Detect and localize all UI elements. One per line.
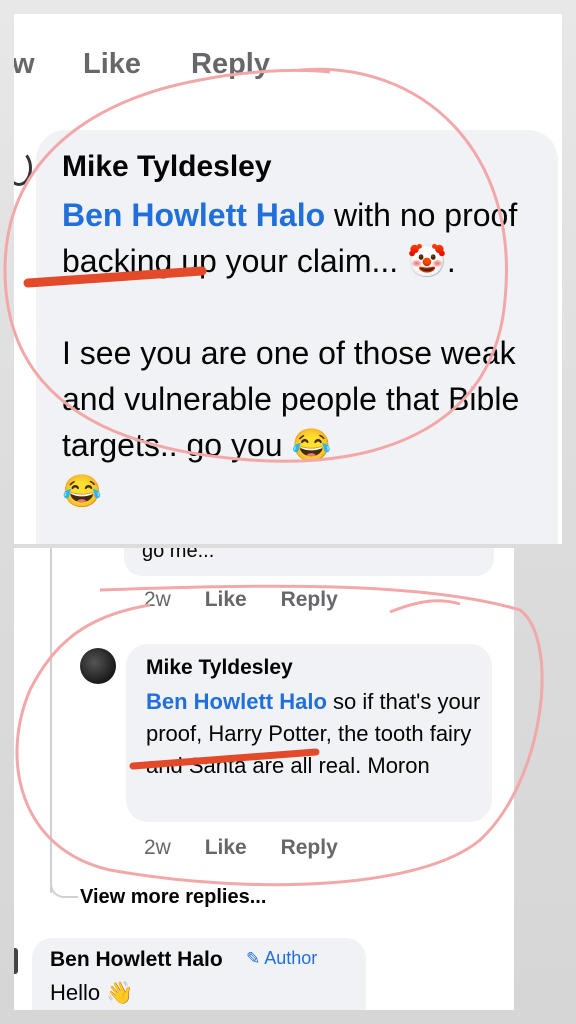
waving-hand-emoji: 👋 — [106, 980, 134, 1005]
reply-button[interactable]: Reply — [281, 836, 338, 859]
reply-text: Ben Howlett Halo so if that's your proof… — [146, 686, 486, 782]
timestamp[interactable]: 2w — [144, 588, 171, 611]
pencil-icon: ✎ — [246, 949, 261, 968]
comment-text: Ben Howlett Halo with no proof backing u… — [62, 192, 542, 514]
thread-line — [50, 548, 52, 893]
author-badge: ✎ Author — [246, 948, 317, 969]
cutoff-action-label: w — [14, 48, 35, 80]
mention-link[interactable]: Ben Howlett Halo — [62, 197, 325, 233]
reply-author[interactable]: Mike Tyldesley — [146, 656, 293, 680]
laughing-emoji: 😂 — [62, 473, 102, 509]
avatar-edge — [14, 948, 18, 974]
avatar[interactable] — [80, 648, 116, 684]
timestamp[interactable]: 2w — [144, 836, 171, 859]
like-button[interactable]: Like — [205, 588, 247, 611]
previous-comment-bubble: go me... — [124, 548, 494, 576]
top-screenshot-panel: w Like Reply Mike Tyldesley Ben Howlett … — [14, 14, 562, 544]
author-badge-label: Author — [264, 948, 318, 968]
clown-emoji: 🤡 — [407, 243, 447, 279]
author-comment-bubble: Ben Howlett Halo ✎ Author Hello 👋 — [32, 938, 366, 1010]
comment-text-period: . — [446, 243, 456, 279]
view-more-replies-link[interactable]: View more replies... — [80, 886, 266, 909]
mention-link[interactable]: Ben Howlett Halo — [146, 689, 327, 714]
previous-comment-meta: 2w Like Reply — [144, 588, 366, 612]
reply-meta: 2w Like Reply — [144, 836, 366, 860]
laughing-emoji: 😂 — [291, 427, 332, 463]
reply-bubble: Mike Tyldesley Ben Howlett Halo so if th… — [126, 644, 492, 822]
like-button[interactable]: Like — [205, 836, 247, 859]
previous-comment-fragment: go me... — [142, 548, 215, 562]
avatar-edge — [14, 150, 32, 186]
reply-button[interactable]: Reply — [191, 48, 270, 81]
reply-button[interactable]: Reply — [281, 588, 338, 611]
comment-bubble: Mike Tyldesley Ben Howlett Halo with no … — [36, 130, 558, 544]
comment-text-part: Hello — [50, 980, 107, 1005]
comment-author[interactable]: Ben Howlett Halo — [50, 948, 223, 972]
comment-author[interactable]: Mike Tyldesley — [62, 150, 272, 184]
bottom-screenshot-panel: go me... 2w Like Reply Mike Tyldesley Be… — [14, 548, 514, 1010]
comment-text: Hello 👋 — [50, 980, 134, 1006]
like-button[interactable]: Like — [83, 48, 141, 81]
thread-connector — [50, 868, 78, 898]
